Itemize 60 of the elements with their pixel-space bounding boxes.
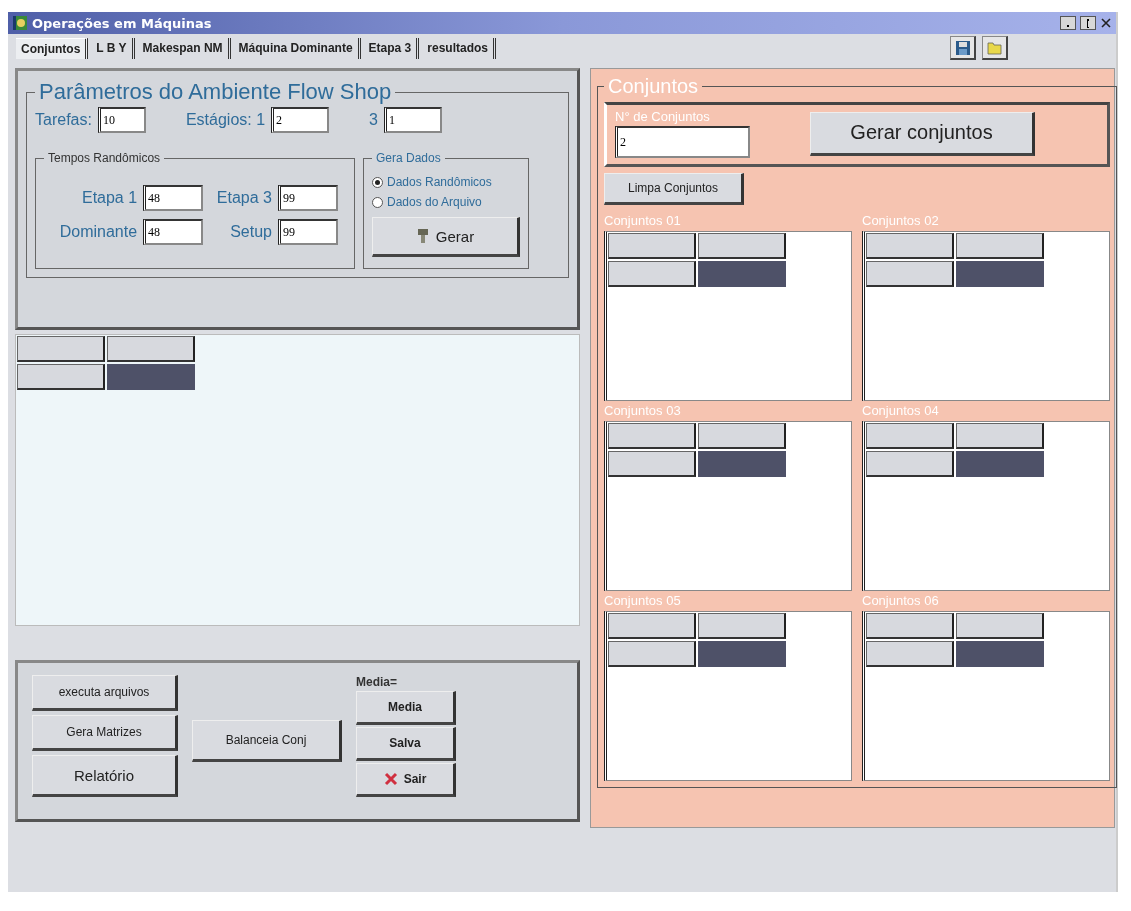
close-icon[interactable] [1100,17,1112,29]
cross-icon [383,772,398,786]
balance-button[interactable]: Balanceia Conj [192,720,342,762]
input-field[interactable]: 10 [97,107,146,133]
group-title: Tempos Randômicos [47,151,162,165]
window-title: Operações em Máquinas [32,15,213,31]
app-icon [12,15,28,31]
minimize-button[interactable] [1060,16,1076,30]
group-title: Gera Dados [375,151,442,165]
radio-button[interactable] [372,196,383,208]
grid-title: Conjuntos 05 [604,592,682,610]
tab[interactable]: Makespan NM [137,37,231,59]
action-button[interactable]: Media [356,691,456,725]
tab[interactable]: Etapa 3 [363,37,420,59]
tab[interactable]: Máquina Dominante [233,37,361,59]
field-label: Tarefas: [35,111,92,129]
input-field[interactable]: 1 [384,107,442,133]
input-field[interactable]: 99 [278,185,338,211]
generate-button[interactable]: Gerar [372,217,520,257]
tab[interactable]: Conjuntos [16,37,89,59]
radio-label: Dados do Arquivo [387,195,482,209]
save-button[interactable] [950,36,976,60]
group-title: Conjuntos [607,75,700,98]
action-button[interactable]: Gera Matrizes [32,715,178,751]
folder-icon [986,40,1003,55]
action-button[interactable]: Relatório [32,755,178,797]
grid-title: Conjuntos 01 [604,212,682,230]
field-label: Etapa 3 [216,189,272,207]
grid-title: Conjuntos 03 [604,402,682,420]
field-label: Dominante [59,223,138,241]
minimize-icon [1067,25,1069,28]
field-label: Etapa 1 [81,189,138,207]
input-field[interactable]: 2 [615,126,750,158]
input-field[interactable]: 48 [143,185,204,211]
input-field[interactable]: 99 [278,219,338,245]
clear-sets-button[interactable]: Limpa Conjuntos [604,173,744,205]
input-field[interactable]: 48 [143,219,204,245]
generate-sets-button[interactable]: Gerar conjuntos [810,111,1035,156]
tab[interactable]: L B Y [91,37,135,59]
field-label: Estágios: 1 [185,111,266,129]
field-label: 3 [369,111,378,129]
open-button[interactable] [982,36,1008,60]
grid-title: Conjuntos 04 [862,402,940,420]
radio-button[interactable] [372,176,383,188]
maximize-button[interactable] [1080,16,1096,30]
group-title: Parâmetros do Ambiente Flow Shop [38,79,393,105]
media-label: Media= [356,675,398,689]
input-field[interactable]: 2 [271,107,330,133]
tab[interactable]: resultados [422,37,496,59]
grid-title: Conjuntos 02 [862,212,940,230]
radio-option[interactable]: Dados do Arquivo [372,195,520,209]
grid-title: Conjuntos 06 [862,592,940,610]
field-label: N° de Conjuntos [615,109,711,124]
radio-option[interactable]: Dados Randômicos [372,175,520,189]
field-label: Setup [230,223,272,241]
radio-label: Dados Randômicos [387,175,492,189]
action-button[interactable]: executa arquivos [32,675,178,711]
action-button[interactable]: Salva [356,727,456,761]
tool-icon [415,228,430,244]
exit-button[interactable]: Sair [356,763,456,797]
